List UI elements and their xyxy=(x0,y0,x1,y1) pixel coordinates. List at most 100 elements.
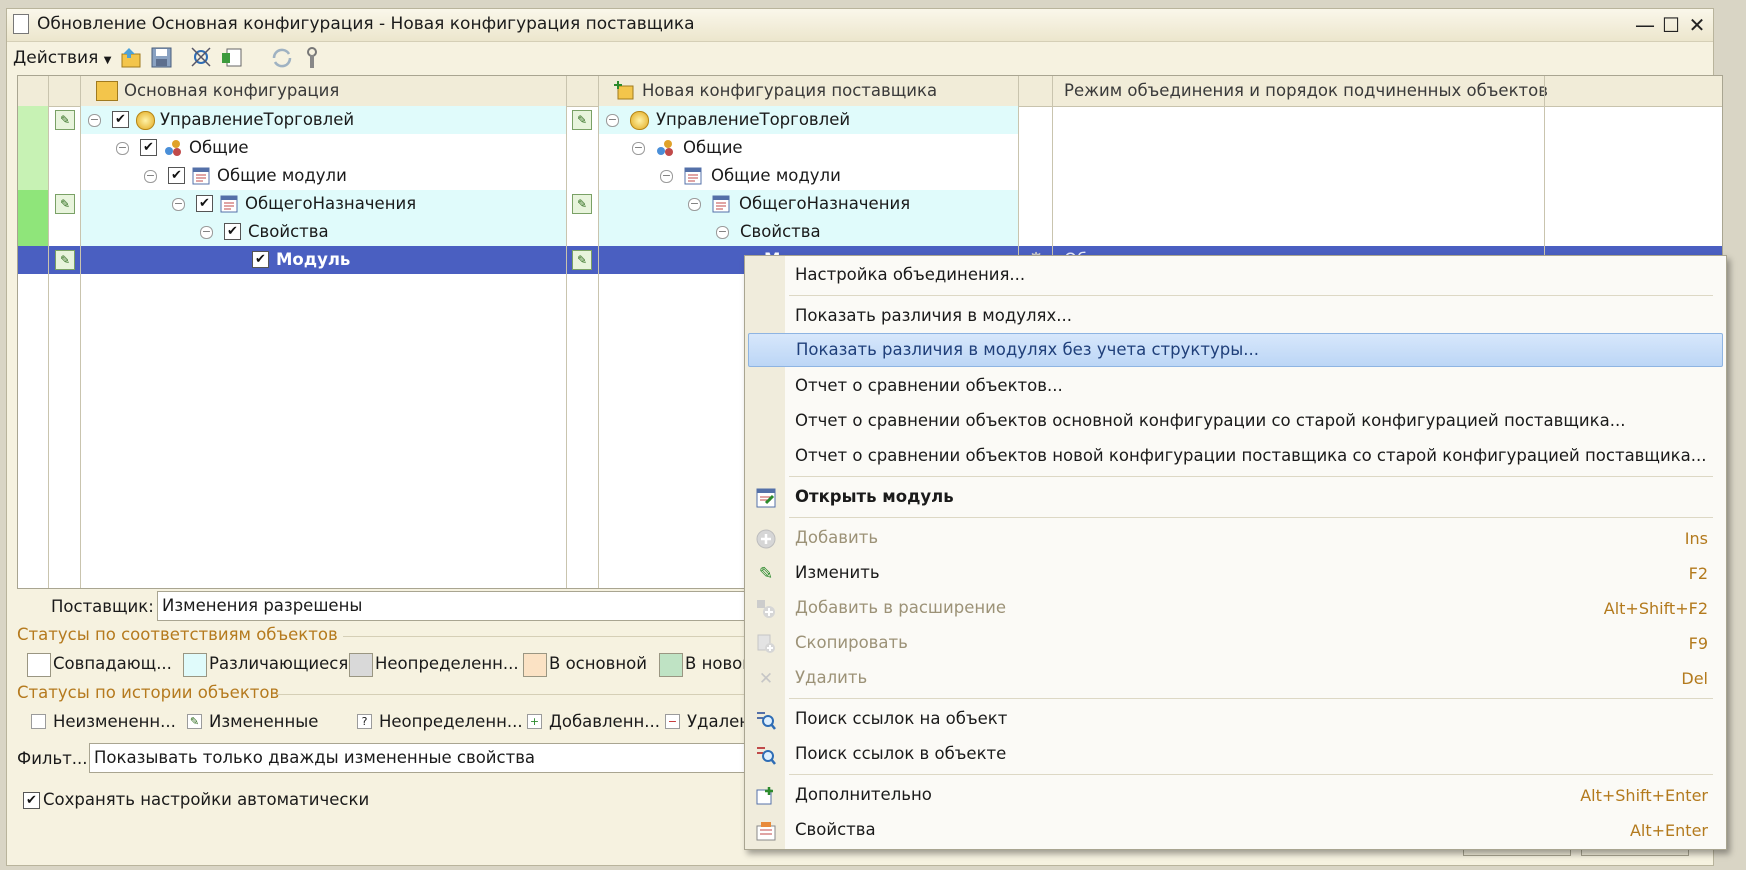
collapse-icon[interactable]: − xyxy=(688,198,701,211)
right-item-label: УправлениеТорговлей xyxy=(656,110,851,129)
menu-item-edit[interactable]: ✎ Изменить F2 xyxy=(745,556,1726,590)
config-root-icon xyxy=(136,111,155,130)
menu-item-delete[interactable]: ✕ Удалить Del xyxy=(745,661,1726,695)
legend-label: В новой xyxy=(685,654,753,673)
tree-row[interactable]: − ✔ Общие модули − Общие модули xyxy=(18,162,1722,190)
report-icon[interactable] xyxy=(219,45,245,71)
menu-item-add-to-extension[interactable]: Добавить в расширение Alt+Shift+F2 xyxy=(745,591,1726,625)
menu-item-shortcut: Alt+Shift+Enter xyxy=(1580,786,1708,805)
new-vendor-config-icon xyxy=(614,80,634,100)
collapse-icon[interactable]: − xyxy=(606,114,619,127)
legend-label: Совпадающ... xyxy=(53,654,172,673)
menu-item-shortcut: Ins xyxy=(1684,529,1708,548)
column-divider xyxy=(566,76,567,588)
tree-row[interactable]: − ✔ Общие − Общие xyxy=(18,134,1722,162)
menu-item-label: Изменить xyxy=(795,563,880,582)
collapse-icon[interactable]: − xyxy=(88,114,101,127)
status-match-title-line xyxy=(343,636,747,637)
history-label: Измененные xyxy=(209,712,319,731)
left-item-label: УправлениеТорговлей xyxy=(160,110,355,129)
menu-item-copy[interactable]: Скопировать F9 xyxy=(745,626,1726,660)
menu-item-label: Отчет о сравнении объектов... xyxy=(795,376,1063,395)
menu-item-show-module-diff-no-structure[interactable]: Показать различия в модулях без учета ст… xyxy=(748,333,1723,367)
checkbox[interactable]: ✔ xyxy=(112,111,129,128)
actions-menu-button[interactable]: Действия ▼ xyxy=(13,48,111,68)
supplier-field[interactable]: Изменения разрешены xyxy=(157,591,753,621)
checkbox[interactable]: ✔ xyxy=(140,139,157,156)
autosave-checkbox[interactable]: ✔ xyxy=(23,792,40,809)
menu-item-show-module-diff[interactable]: Показать различия в модулях... xyxy=(745,299,1726,333)
menu-separator xyxy=(789,295,1713,296)
refresh-icon[interactable] xyxy=(269,45,295,71)
filter-field[interactable]: Показывать только дважды измененные свой… xyxy=(89,743,753,773)
legend-swatch-different xyxy=(183,653,207,677)
collapse-icon[interactable]: − xyxy=(716,226,729,239)
collapse-icon[interactable]: − xyxy=(144,170,157,183)
left-item-label: Свойства xyxy=(248,222,329,241)
menu-separator xyxy=(789,476,1713,477)
collapse-icon[interactable]: − xyxy=(660,170,673,183)
collapse-icon[interactable]: − xyxy=(172,198,185,211)
checkbox[interactable]: ✔ xyxy=(196,195,213,212)
legend-swatch-match xyxy=(27,653,51,677)
minimize-button[interactable]: — xyxy=(1633,13,1657,37)
additional-icon xyxy=(755,785,777,807)
menu-item-compare-report[interactable]: Отчет о сравнении объектов... xyxy=(745,369,1726,403)
menu-item-additional[interactable]: Дополнительно Alt+Shift+Enter xyxy=(745,778,1726,812)
column-main-config[interactable]: Основная конфигурация xyxy=(124,81,339,100)
open-module-icon xyxy=(755,487,777,509)
config-root-icon xyxy=(630,111,649,130)
properties-icon xyxy=(755,820,777,842)
actions-label: Действия xyxy=(13,48,99,68)
left-item-label: Общие модули xyxy=(217,166,347,185)
settings-tool-icon[interactable] xyxy=(299,45,325,71)
main-config-icon xyxy=(96,81,118,101)
column-vendor-config[interactable]: Новая конфигурация поставщика xyxy=(642,81,937,100)
left-item-label: Общие xyxy=(189,138,249,157)
collapse-icon[interactable]: − xyxy=(200,226,213,239)
add-icon xyxy=(755,528,777,550)
menu-item-label: Отчет о сравнении объектов основной конф… xyxy=(795,411,1626,430)
search-refs-in-icon xyxy=(755,744,777,766)
menu-item-label: Показать различия в модулях без учета ст… xyxy=(796,340,1259,359)
left-item-label: Модуль xyxy=(276,250,351,269)
maximize-button[interactable]: ☐ xyxy=(1659,13,1683,37)
status-match-title: Статусы по соответствиям объектов xyxy=(17,625,338,644)
search-refs-icon xyxy=(755,709,777,731)
legend-label: Неопределенн... xyxy=(375,654,519,673)
history-label: Неопределенн... xyxy=(379,712,523,731)
load-config-icon[interactable] xyxy=(119,45,145,71)
compare-icon[interactable] xyxy=(189,45,215,71)
checkbox[interactable]: ✔ xyxy=(168,167,185,184)
changed-mark-icon: ✎ xyxy=(572,250,592,270)
menu-item-add[interactable]: Добавить Ins xyxy=(745,521,1726,555)
history-label: Удален xyxy=(687,712,751,731)
collapse-icon[interactable]: − xyxy=(116,142,129,155)
legend-swatch-undefined xyxy=(349,653,373,677)
column-divider xyxy=(598,76,599,588)
menu-item-label: Удалить xyxy=(795,668,868,687)
column-divider xyxy=(48,76,49,588)
save-icon[interactable] xyxy=(149,45,175,71)
checkbox[interactable]: ✔ xyxy=(224,223,241,240)
left-item-label: ОбщегоНазначения xyxy=(245,194,417,213)
tree-row[interactable]: − ✔ Свойства − Свойства xyxy=(18,218,1722,246)
pencil-icon: ✎ xyxy=(758,564,774,584)
column-merge-mode[interactable]: Режим объединения и порядок подчиненных … xyxy=(1064,81,1548,100)
menu-item-compare-main-old[interactable]: Отчет о сравнении объектов основной конф… xyxy=(745,404,1726,438)
collapse-icon[interactable]: − xyxy=(632,142,645,155)
close-button[interactable]: ✕ xyxy=(1685,13,1709,37)
menu-item-properties[interactable]: Свойства Alt+Enter xyxy=(745,813,1726,847)
checkbox[interactable]: ✔ xyxy=(252,251,269,268)
menu-item-compare-new-old[interactable]: Отчет о сравнении объектов новой конфигу… xyxy=(745,439,1726,473)
status-cell xyxy=(18,162,48,190)
tree-row[interactable]: ✎ − ✔ ОбщегоНазначения ✎ − ОбщегоНазначе… xyxy=(18,190,1722,218)
menu-item-label: Отчет о сравнении объектов новой конфигу… xyxy=(795,446,1707,465)
menu-item-open-module[interactable]: Открыть модуль xyxy=(745,480,1726,514)
menu-item-merge-settings[interactable]: Настройка объединения... xyxy=(745,258,1726,292)
tree-row[interactable]: ✎ − ✔ УправлениеТорговлей ✎ − Управление… xyxy=(18,106,1722,134)
menu-item-shortcut: Alt+Shift+F2 xyxy=(1603,599,1708,618)
menu-item-find-refs-to[interactable]: Поиск ссылок на объект xyxy=(745,702,1726,736)
menu-item-find-refs-in[interactable]: Поиск ссылок в объекте xyxy=(745,737,1726,771)
deleted-icon: − xyxy=(665,714,680,729)
